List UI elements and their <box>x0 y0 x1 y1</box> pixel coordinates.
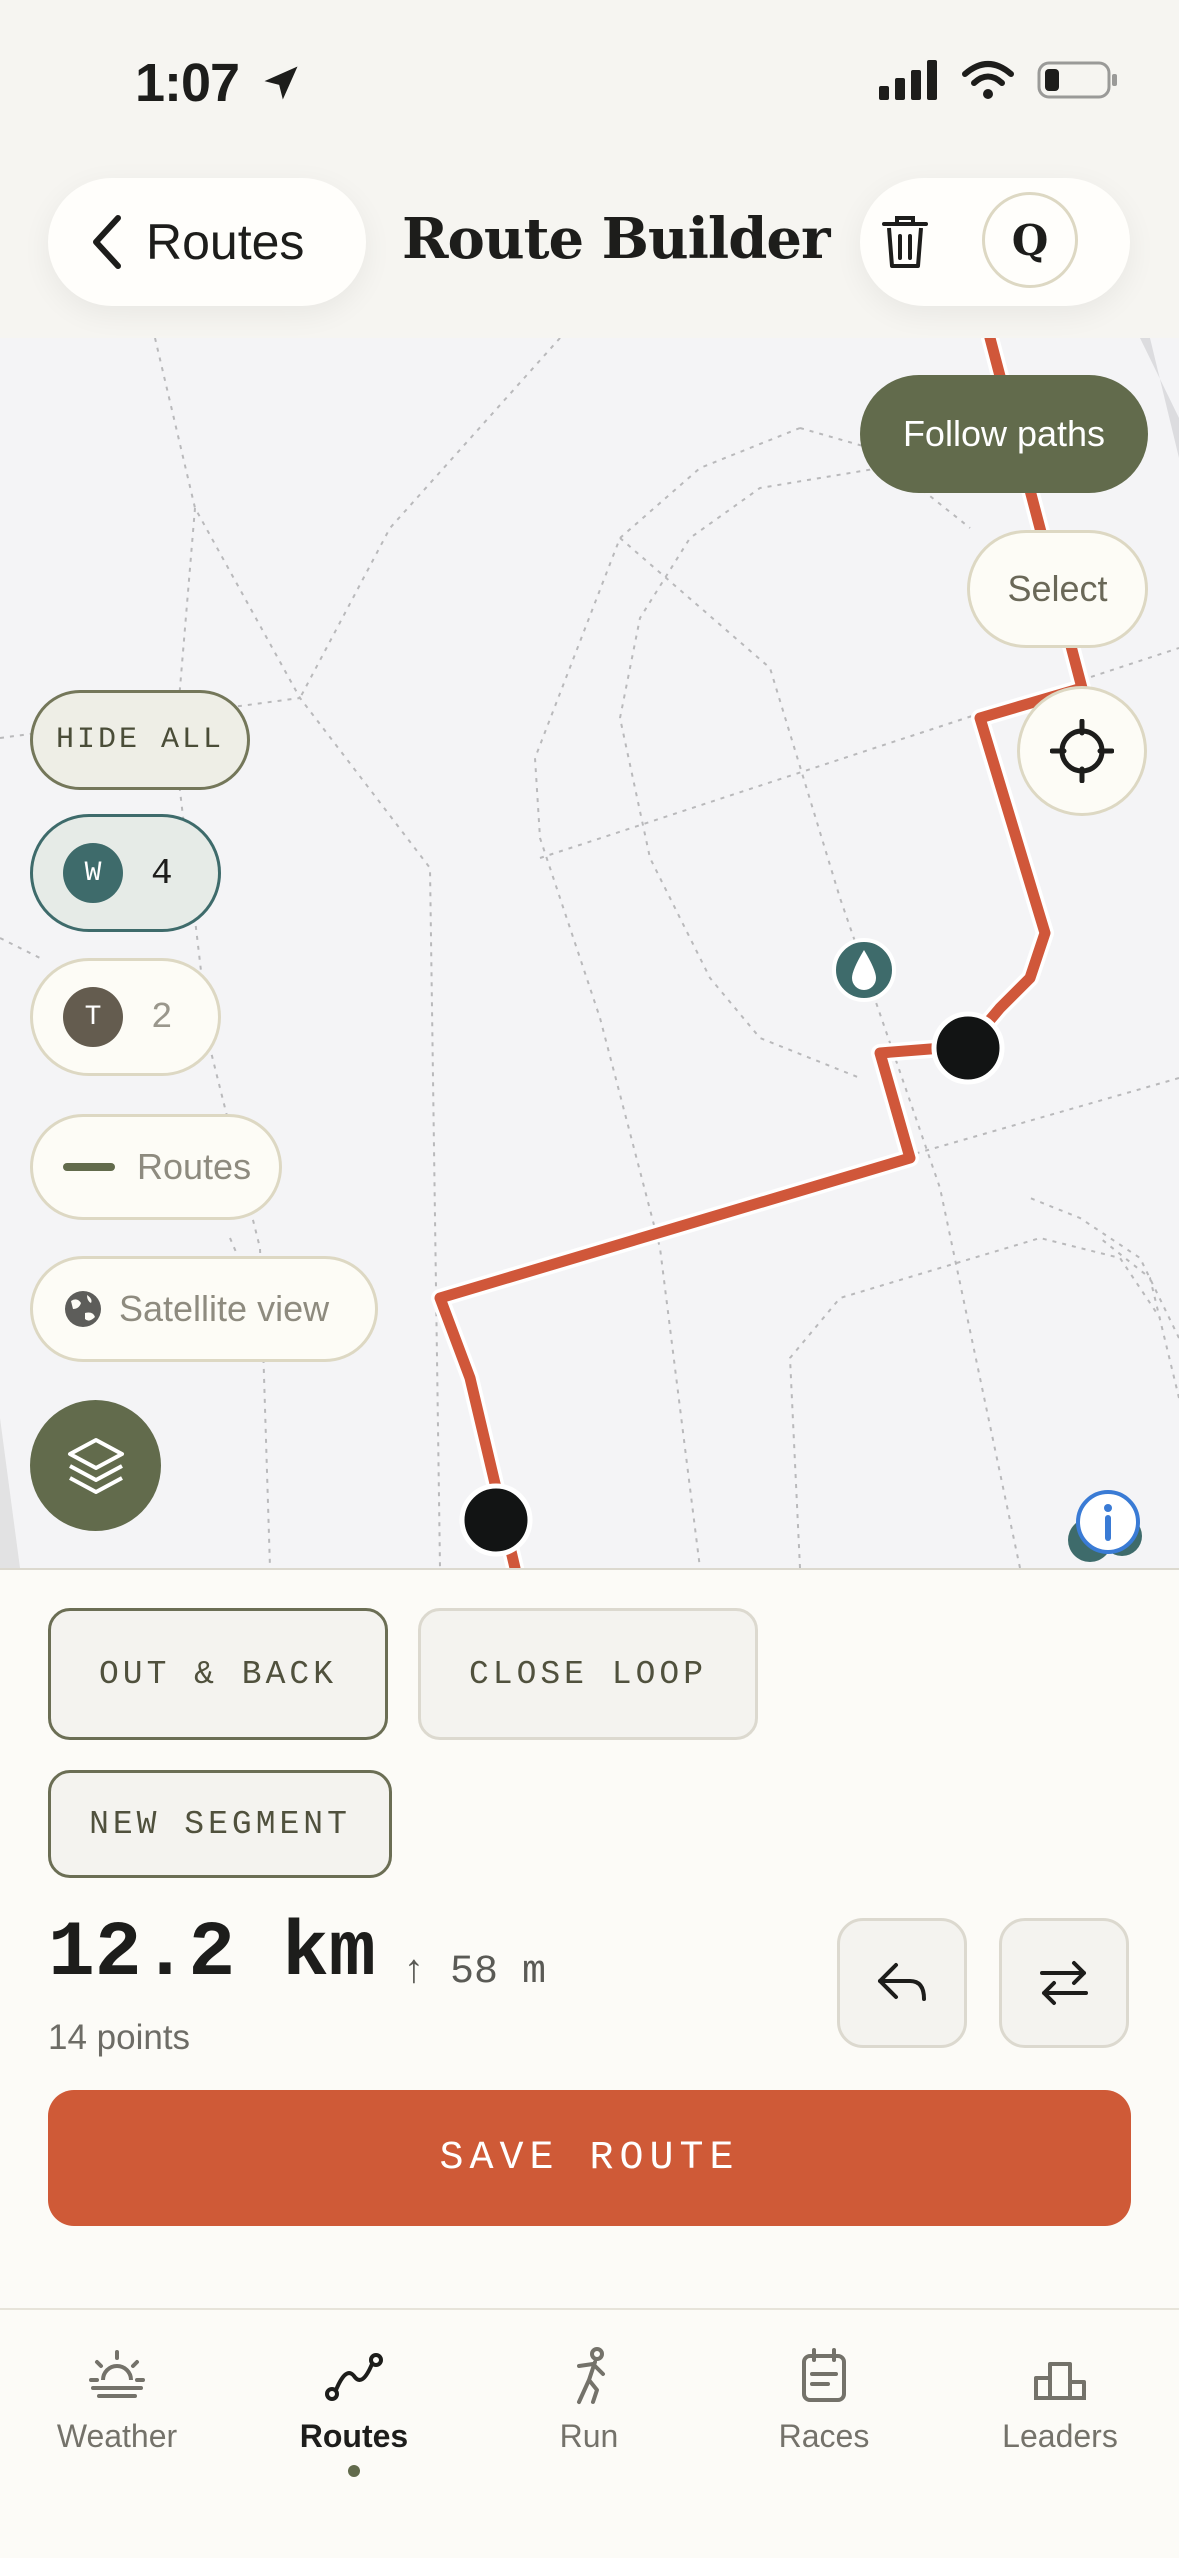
route-sheet: OUT & BACK CLOSE LOOP NEW SEGMENT 12.2 k… <box>0 1568 1179 2310</box>
back-button[interactable]: Routes <box>48 178 366 306</box>
elevation-gain: ↑ 58 m <box>402 1950 547 1995</box>
point-count: 14 points <box>48 2018 191 2057</box>
info-icon <box>1068 1490 1142 1562</box>
sunrise-icon <box>89 2350 145 2398</box>
map-canvas[interactable] <box>0 338 1179 1568</box>
tracks-letter: T <box>84 1001 102 1033</box>
waypoints-badge: W <box>63 843 123 903</box>
tab-races-label: Races <box>778 2418 870 2454</box>
select-button[interactable]: Select <box>967 530 1148 648</box>
tab-bar: Weather Routes Run Races Leaders <box>0 2308 1179 2558</box>
reverse-route-button[interactable] <box>999 1918 1129 2048</box>
avatar[interactable]: Q <box>982 192 1078 288</box>
route-point[interactable] <box>931 1011 1005 1085</box>
waypoints-letter: W <box>84 857 102 889</box>
layers-button[interactable] <box>30 1400 161 1531</box>
location-arrow-icon <box>264 66 298 100</box>
tab-leaders-label: Leaders <box>1002 2418 1118 2454</box>
chevron-left-icon <box>93 215 121 269</box>
satellite-view-toggle[interactable]: Satellite view <box>30 1256 378 1362</box>
routes-toggle[interactable]: Routes <box>30 1114 282 1220</box>
tab-leaders[interactable]: Leaders <box>960 2346 1160 2455</box>
tab-routes-label: Routes <box>299 2418 409 2454</box>
cellular-signal-icon <box>879 60 937 100</box>
active-tab-indicator <box>348 2465 360 2477</box>
locate-button[interactable] <box>1017 686 1147 816</box>
waypoints-toggle[interactable]: W 4 <box>30 814 221 932</box>
tracks-badge: T <box>63 987 123 1047</box>
calendar-icon <box>802 2348 846 2402</box>
undo-icon <box>878 1963 926 2001</box>
podium-icon <box>1034 2362 1086 2400</box>
tracks-count: 2 <box>151 996 173 1038</box>
header-actions: Q <box>860 178 1130 306</box>
satellite-view-label: Satellite view <box>119 1288 330 1329</box>
route-line-icon <box>63 1163 115 1171</box>
tracks-toggle[interactable]: T 2 <box>30 958 221 1076</box>
runner-icon <box>577 2347 605 2404</box>
route-distance: 12.2 km <box>48 1910 376 1998</box>
tab-run[interactable]: Run <box>489 2346 689 2455</box>
route-icon <box>325 2353 383 2401</box>
locate-icon <box>1050 719 1114 783</box>
route-point[interactable] <box>459 1483 533 1557</box>
attribution-info-button[interactable] <box>1060 1468 1160 1568</box>
wifi-icon <box>962 61 1014 99</box>
page-title: Route Builder <box>402 206 830 272</box>
tab-races[interactable]: Races <box>724 2346 924 2455</box>
tab-weather[interactable]: Weather <box>17 2346 217 2455</box>
tab-weather-label: Weather <box>56 2418 178 2454</box>
battery-icon <box>1037 61 1117 99</box>
follow-paths-button[interactable]: Follow paths <box>860 375 1148 493</box>
water-drop-icon[interactable] <box>832 938 896 1002</box>
select-button-label: Select <box>1007 568 1108 609</box>
map-view[interactable]: Follow paths Select HIDE ALL W 4 T 2 Rou… <box>0 338 1179 1568</box>
status-icons <box>879 60 1119 100</box>
routes-toggle-label: Routes <box>137 1146 252 1187</box>
new-segment-button[interactable]: NEW SEGMENT <box>48 1770 392 1878</box>
out-and-back-button[interactable]: OUT & BACK <box>48 1608 388 1740</box>
header: Routes Route Builder Q <box>0 140 1179 340</box>
swap-arrows-icon <box>1040 1961 1088 2005</box>
close-loop-button[interactable]: CLOSE LOOP <box>418 1608 758 1740</box>
layers-icon <box>67 1437 124 1494</box>
undo-button[interactable] <box>837 1918 967 2048</box>
tab-routes[interactable]: Routes <box>254 2346 454 2477</box>
back-button-label: Routes <box>146 214 305 270</box>
status-time-text: 1:07 <box>135 53 240 113</box>
hide-all-label: HIDE ALL <box>55 723 225 757</box>
waypoints-count: 4 <box>151 852 173 894</box>
status-time: 1:07 <box>135 52 303 114</box>
hide-all-button[interactable]: HIDE ALL <box>30 690 250 790</box>
globe-icon <box>65 1291 101 1327</box>
trash-icon[interactable] <box>880 214 930 270</box>
save-route-button[interactable]: SAVE ROUTE <box>48 2090 1131 2226</box>
tab-run-label: Run <box>559 2418 619 2454</box>
